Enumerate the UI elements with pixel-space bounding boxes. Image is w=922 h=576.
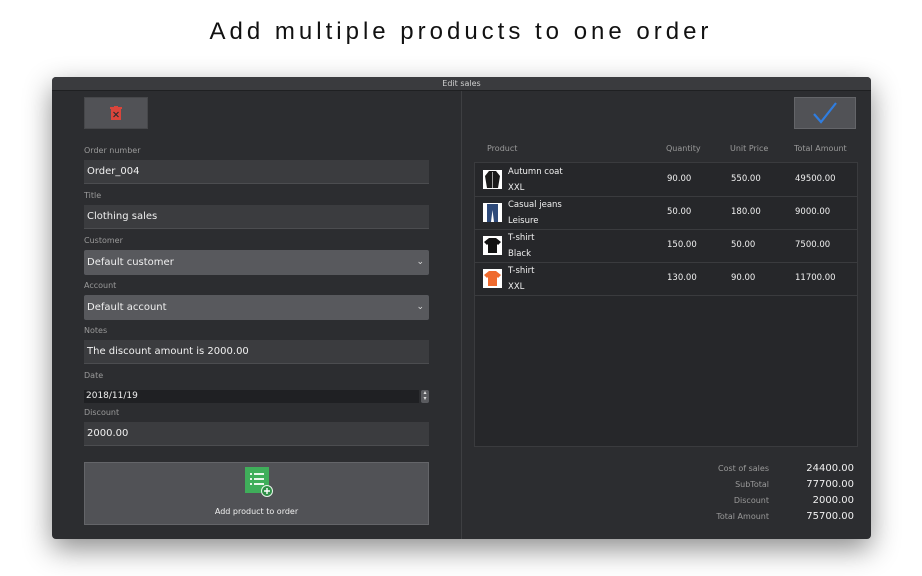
date-label: Date [84, 371, 104, 380]
row-total: 7500.00 [795, 240, 831, 250]
product-name: T-shirt [508, 233, 535, 243]
table-row[interactable]: Autumn coat XXL 90.00 550.00 49500.00 [475, 163, 857, 197]
account-select[interactable]: Default account ⌄ [84, 295, 429, 320]
summary-discount-value: 2000.00 [812, 495, 854, 506]
black-tshirt-icon [483, 236, 502, 255]
subtotal-value: 77700.00 [806, 479, 854, 490]
product-name: T-shirt [508, 266, 535, 276]
row-quantity: 150.00 [667, 240, 697, 250]
add-product-label: Add product to order [214, 507, 299, 516]
cost-of-sales-value: 24400.00 [806, 463, 854, 474]
product-variant: Leisure [508, 216, 539, 226]
customer-label: Customer [84, 236, 123, 245]
customer-value: Default customer [87, 257, 174, 268]
add-list-icon [245, 467, 273, 497]
order-number-field[interactable]: Order_004 [84, 160, 429, 184]
account-label: Account [84, 281, 117, 290]
checkmark-icon [813, 102, 837, 124]
total-amount-value: 75700.00 [806, 511, 854, 522]
header-product: Product [487, 144, 518, 153]
product-variant: XXL [508, 183, 525, 193]
row-total: 9000.00 [795, 207, 831, 217]
row-quantity: 50.00 [667, 207, 692, 217]
title-label: Title [84, 191, 102, 200]
row-unit-price: 50.00 [731, 240, 756, 250]
title-field[interactable]: Clothing sales [84, 205, 429, 229]
row-total: 11700.00 [795, 273, 836, 283]
date-stepper[interactable]: ▴ ▾ [421, 390, 429, 403]
row-quantity: 90.00 [667, 174, 692, 184]
confirm-button[interactable] [794, 97, 856, 129]
row-unit-price: 180.00 [731, 207, 761, 217]
jeans-icon [483, 203, 502, 222]
edit-sales-window: Edit sales Order number Order_004 Title … [52, 77, 871, 539]
trash-icon [110, 106, 122, 120]
order-number-label: Order number [84, 146, 141, 155]
product-name: Casual jeans [508, 200, 562, 210]
products-table: Autumn coat XXL 90.00 550.00 49500.00 Ca… [474, 162, 858, 447]
header-total-amount: Total Amount [794, 144, 847, 153]
window-title: Edit sales [52, 77, 871, 91]
header-unit-price: Unit Price [730, 144, 769, 153]
discount-label: Discount [84, 408, 120, 417]
account-value: Default account [87, 302, 167, 313]
product-variant: Black [508, 249, 531, 259]
table-row[interactable]: T-shirt XXL 130.00 90.00 11700.00 [475, 262, 857, 296]
date-field[interactable]: 2018/11/19 [84, 390, 419, 403]
add-product-button[interactable]: Add product to order [84, 462, 429, 525]
discount-field[interactable]: 2000.00 [84, 422, 429, 446]
table-row[interactable]: Casual jeans Leisure 50.00 180.00 9000.0… [475, 196, 857, 230]
header-quantity: Quantity [666, 144, 701, 153]
row-quantity: 130.00 [667, 273, 697, 283]
coat-icon [483, 170, 502, 189]
delete-button[interactable] [84, 97, 148, 129]
product-variant: XXL [508, 282, 525, 292]
row-total: 49500.00 [795, 174, 836, 184]
table-row[interactable]: T-shirt Black 150.00 50.00 7500.00 [475, 229, 857, 263]
notes-label: Notes [84, 326, 108, 335]
page-headline: Add multiple products to one order [209, 18, 713, 45]
chevron-down-icon: ⌄ [416, 302, 424, 312]
notes-field[interactable]: The discount amount is 2000.00 [84, 340, 429, 364]
row-unit-price: 90.00 [731, 273, 756, 283]
chevron-down-icon: ⌄ [416, 257, 424, 267]
row-unit-price: 550.00 [731, 174, 761, 184]
order-items-panel: Product Quantity Unit Price Total Amount… [462, 91, 871, 539]
product-name: Autumn coat [508, 167, 563, 177]
order-form-panel: Order number Order_004 Title Clothing sa… [52, 91, 462, 539]
orange-tshirt-icon [483, 269, 502, 288]
customer-select[interactable]: Default customer ⌄ [84, 250, 429, 275]
